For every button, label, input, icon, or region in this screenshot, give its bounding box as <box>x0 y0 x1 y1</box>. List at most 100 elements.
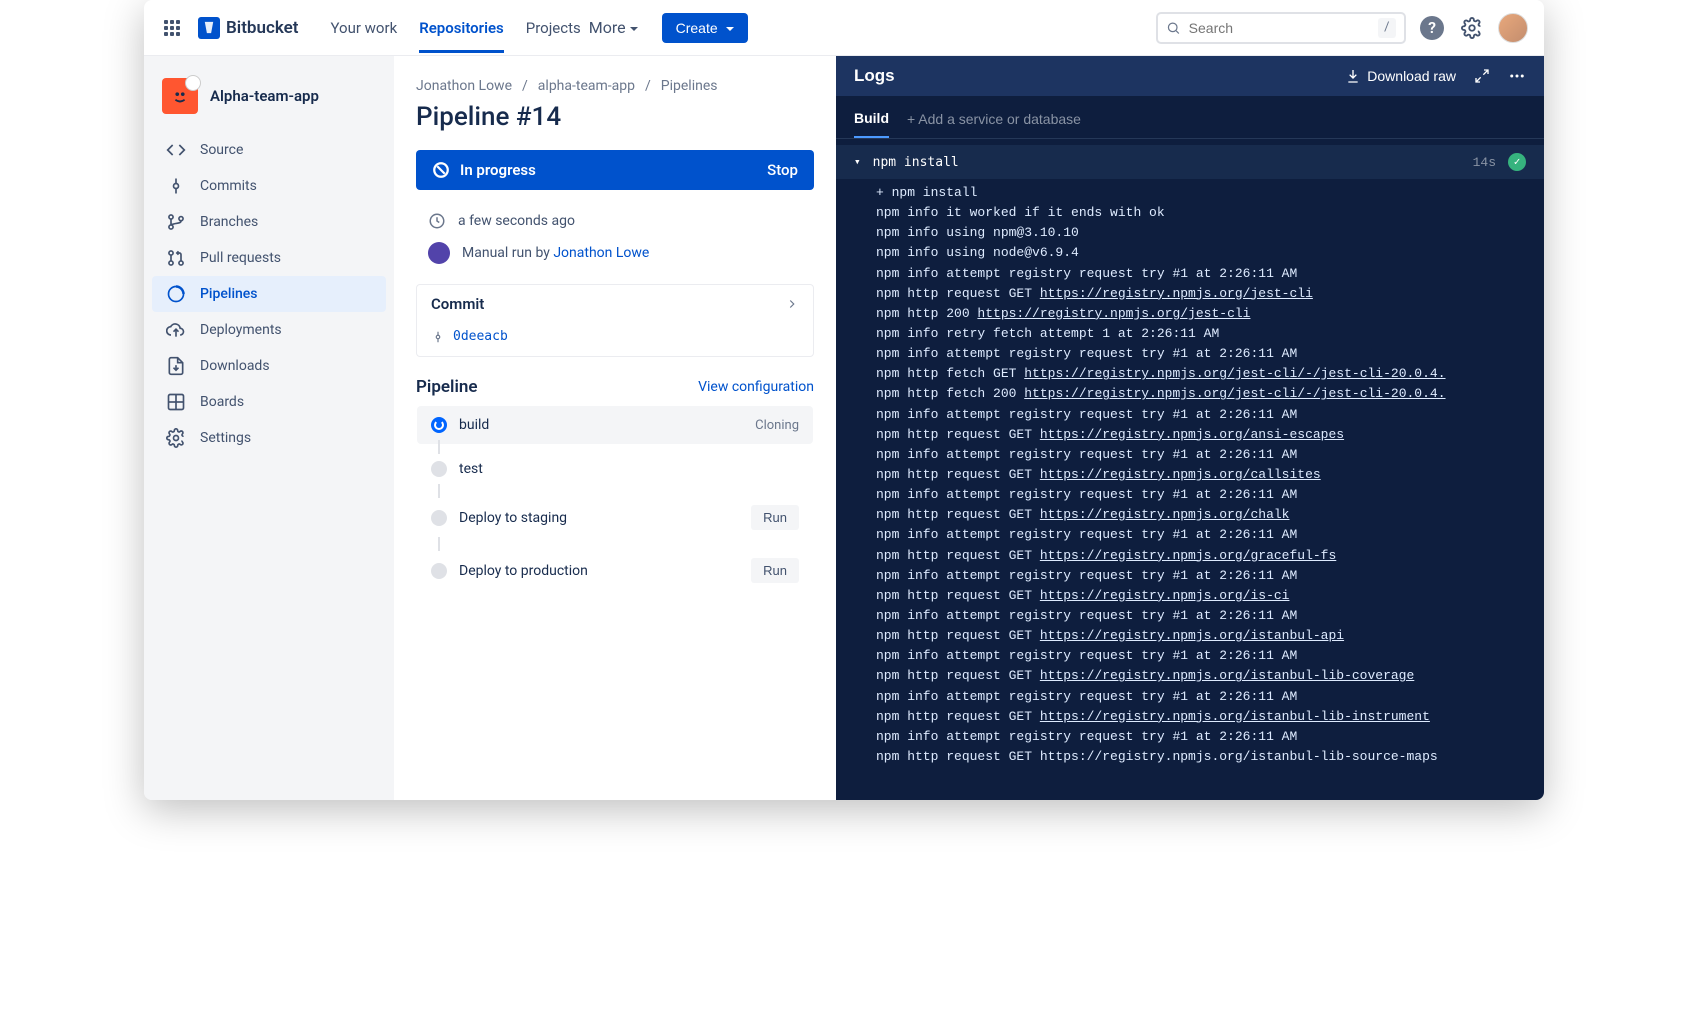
search-input[interactable] <box>1189 20 1370 36</box>
stop-pipeline-button[interactable]: Stop <box>767 161 798 179</box>
sidebar-item-label: Commits <box>200 178 257 194</box>
log-line: npm http request GET https://registry.np… <box>876 666 1544 686</box>
repo-avatar <box>162 78 198 114</box>
repo-sidebar: Alpha-team-app Source Commits Branches Pull… <box>144 56 394 800</box>
sidebar-item-downloads[interactable]: Downloads <box>152 348 386 384</box>
nav-tab-repositories[interactable]: Repositories <box>419 3 504 53</box>
logs-tab-build[interactable]: Build <box>854 104 889 138</box>
breadcrumb-item[interactable]: alpha-team-app <box>538 78 635 94</box>
log-url-link[interactable]: https://registry.npmjs.org/jest-cli <box>1040 286 1313 301</box>
log-url-link[interactable]: https://registry.npmjs.org/jest-cli/-/je… <box>1024 366 1445 381</box>
create-button[interactable]: Create <box>662 13 748 43</box>
log-url-link[interactable]: https://registry.npmjs.org/chalk <box>1040 507 1290 522</box>
log-line: npm info using npm@3.10.10 <box>876 223 1544 243</box>
pipeline-status-bar: In progress Stop <box>416 150 814 190</box>
product-name: Bitbucket <box>226 18 299 38</box>
breadcrumb: Jonathon Lowe/alpha-team-app/Pipelines <box>416 78 814 94</box>
help-icon: ? <box>1420 16 1444 40</box>
more-icon <box>1508 67 1526 85</box>
help-button[interactable]: ? <box>1418 14 1446 42</box>
log-url-link[interactable]: https://registry.npmjs.org/istanbul-lib-… <box>1040 709 1430 724</box>
log-line: npm http fetch 200 https://registry.npmj… <box>876 384 1544 404</box>
step-state-icon <box>431 563 447 579</box>
commit-icon <box>166 176 186 196</box>
breadcrumb-item[interactable]: Pipelines <box>661 78 718 94</box>
pipeline-step[interactable]: test <box>417 450 813 488</box>
log-url-link[interactable]: https://registry.npmjs.org/graceful-fs <box>1040 548 1336 563</box>
view-configuration-link[interactable]: View configuration <box>698 379 814 395</box>
nav-tab-your-work[interactable]: Your work <box>331 3 398 53</box>
repo-header[interactable]: Alpha-team-app <box>152 72 386 130</box>
pipeline-step[interactable]: Deploy to productionRun <box>417 547 813 594</box>
settings-button[interactable] <box>1458 14 1486 42</box>
commit-hash-link[interactable]: 0deeacb <box>453 329 508 344</box>
sidebar-item-label: Pipelines <box>200 286 258 302</box>
commit-section: Commit 0deeacb <box>416 284 814 357</box>
sidebar-item-settings[interactable]: Settings <box>152 420 386 456</box>
sidebar-item-branches[interactable]: Branches <box>152 204 386 240</box>
product-logo[interactable]: Bitbucket <box>198 17 299 39</box>
log-url-link[interactable]: https://registry.npmjs.org/ansi-escapes <box>1040 427 1344 442</box>
sidebar-item-source[interactable]: Source <box>152 132 386 168</box>
nav-more-label: More <box>589 18 626 37</box>
logs-more-button[interactable] <box>1508 67 1526 85</box>
run-by-user-link[interactable]: Jonathon Lowe <box>553 245 649 261</box>
log-line: npm info retry fetch attempt 1 at 2:26:1… <box>876 324 1544 344</box>
chevron-right-icon <box>785 297 799 311</box>
log-line: npm info attempt registry request try #1… <box>876 525 1544 545</box>
log-url-link[interactable]: https://registry.npmjs.org/jest-cli/-/je… <box>1024 386 1445 401</box>
code-icon <box>166 140 186 160</box>
sidebar-item-label: Pull requests <box>200 250 281 266</box>
pipeline-time-ago: a few seconds ago <box>458 213 575 229</box>
commit-section-toggle[interactable]: Commit <box>417 285 813 323</box>
log-line: npm http request GET https://registry.np… <box>876 707 1544 727</box>
topbar: Bitbucket Your workRepositoriesProjects … <box>144 0 1544 56</box>
log-url-link[interactable]: https://registry.npmjs.org/callsites <box>1040 467 1321 482</box>
sidebar-item-boards[interactable]: Boards <box>152 384 386 420</box>
nav-tab-projects[interactable]: Projects <box>526 3 581 53</box>
run-step-button[interactable]: Run <box>751 505 799 530</box>
step-name: test <box>459 461 483 477</box>
pipeline-step[interactable]: buildCloning <box>417 406 813 444</box>
sidebar-item-label: Deployments <box>200 322 282 338</box>
sidebar-item-commits[interactable]: Commits <box>152 168 386 204</box>
log-line: + npm install <box>876 183 1544 203</box>
repo-avatar-art <box>169 85 191 107</box>
log-line: npm info attempt registry request try #1… <box>876 485 1544 505</box>
search-shortcut-badge: / <box>1378 18 1396 38</box>
board-icon <box>166 392 186 412</box>
download-icon <box>1345 68 1361 84</box>
sidebar-item-pipelines[interactable]: Pipelines <box>152 276 386 312</box>
run-step-button[interactable]: Run <box>751 558 799 583</box>
app-switcher-icon[interactable] <box>160 16 184 40</box>
logs-tab-add-service[interactable]: + Add a service or database <box>907 105 1081 137</box>
user-avatar[interactable] <box>1498 13 1528 43</box>
breadcrumb-item[interactable]: Jonathon Lowe <box>416 78 512 94</box>
log-step-name: npm install <box>873 155 959 170</box>
sidebar-item-label: Downloads <box>200 358 270 374</box>
author-avatar <box>428 242 450 264</box>
log-url-link[interactable]: https://registry.npmjs.org/istanbul-api <box>1040 628 1344 643</box>
log-url-link[interactable]: https://registry.npmjs.org/istanbul-lib-… <box>1040 668 1414 683</box>
sidebar-item-pull-requests[interactable]: Pull requests <box>152 240 386 276</box>
pipeline-step[interactable]: Deploy to staging Run <box>417 494 813 541</box>
log-line: npm http request GET https://registry.np… <box>876 546 1544 566</box>
sidebar-item-deployments[interactable]: Deployments <box>152 312 386 348</box>
log-line: npm info attempt registry request try #1… <box>876 566 1544 586</box>
logs-panel: Logs Download raw Build + Add a ser <box>836 56 1544 800</box>
download-raw-button[interactable]: Download raw <box>1345 68 1456 84</box>
log-line: npm info attempt registry request try #1… <box>876 646 1544 666</box>
log-line: npm info attempt registry request try #1… <box>876 687 1544 707</box>
breadcrumb-separator: / <box>522 78 528 94</box>
global-search[interactable]: / <box>1156 12 1406 44</box>
log-line: npm http request GET https://registry.np… <box>876 425 1544 445</box>
expand-logs-button[interactable] <box>1474 68 1490 84</box>
step-name: Deploy to staging <box>459 510 567 526</box>
log-url-link[interactable]: https://registry.npmjs.org/is-ci <box>1040 588 1290 603</box>
page-title: Pipeline #14 <box>416 102 814 132</box>
log-line: npm info attempt registry request try #1… <box>876 727 1544 747</box>
log-url-link[interactable]: https://registry.npmjs.org/jest-cli <box>977 306 1250 321</box>
log-step-toggle[interactable]: ▾ npm install 14s ✓ <box>836 145 1544 179</box>
nav-more[interactable]: More <box>589 18 638 37</box>
pull-request-icon <box>166 248 186 268</box>
